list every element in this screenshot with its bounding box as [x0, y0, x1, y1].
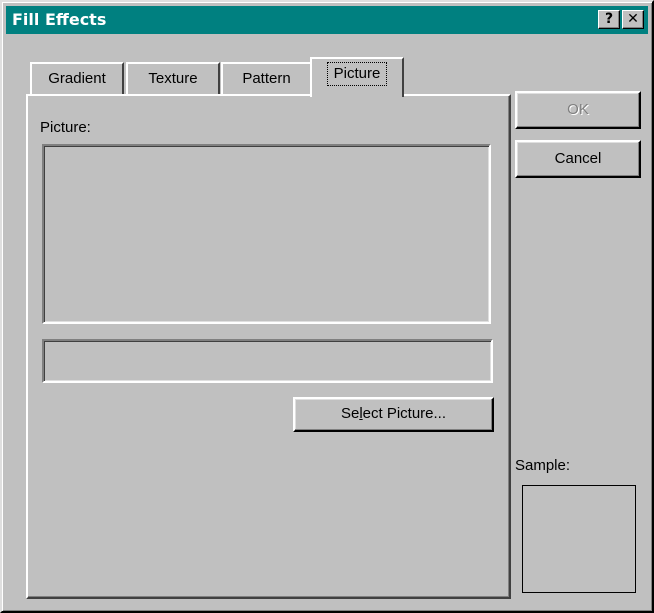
help-icon: ? — [604, 11, 614, 27]
select-picture-button[interactable]: Select Picture... — [293, 397, 494, 432]
window-title: Fill Effects — [12, 10, 107, 29]
close-icon: ✕ — [627, 11, 639, 27]
tab-label: Gradient — [48, 70, 106, 87]
sample-label: Sample: — [515, 457, 571, 474]
title-bar[interactable]: Fill Effects ? ✕ — [6, 6, 648, 34]
picture-label: Picture: — [40, 119, 91, 136]
ok-button[interactable]: OK — [515, 91, 641, 129]
close-button[interactable]: ✕ — [622, 10, 644, 29]
cancel-button[interactable]: Cancel — [515, 140, 641, 178]
tab-gradient[interactable]: Gradient — [30, 62, 124, 94]
picture-filename-field — [42, 339, 493, 383]
help-button[interactable]: ? — [598, 10, 620, 29]
ok-label: OK — [567, 101, 589, 118]
sample-preview-box — [522, 485, 636, 593]
cancel-label: Cancel — [554, 150, 602, 167]
tab-label: Texture — [148, 70, 198, 87]
tab-picture[interactable]: Picture — [310, 57, 404, 97]
picture-preview-box — [42, 144, 491, 324]
tab-label: Picture — [326, 62, 388, 86]
tab-label: Pattern — [242, 70, 291, 87]
select-picture-label: Select Picture... — [340, 405, 447, 422]
fill-effects-dialog: Fill Effects ? ✕ Gradient Texture Patter… — [0, 0, 654, 613]
picture-tab-panel: Picture: Select Picture... — [26, 94, 511, 599]
tab-texture[interactable]: Texture — [126, 62, 220, 94]
tab-pattern[interactable]: Pattern — [221, 62, 312, 94]
